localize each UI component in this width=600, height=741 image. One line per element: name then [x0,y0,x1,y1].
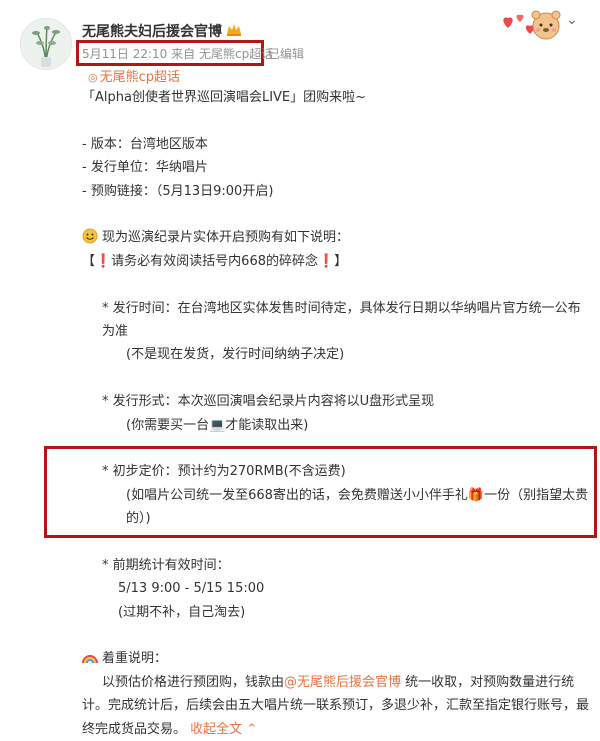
period-dates: 5/13 9:00 - 5/15 15:00 [118,581,265,597]
version-line: - 版本：台湾地区版本 [82,136,208,152]
post-meta: 5月11日 22:10 来自 无尾熊cp超话 [82,45,273,62]
period-note: (过期不补，自己淘去) [118,604,246,620]
source-prefix: 来自 [171,47,196,61]
notice-intro-text: 现为巡演纪录片实体开启预购有如下说明： [102,230,350,246]
topic-eye-icon: ◎ [88,71,98,84]
edited-label: 已编辑 [268,47,305,61]
avatar-plant-image [21,19,71,69]
chevron-down-icon[interactable]: ⌄ [566,12,578,28]
notice-intro-line: 现为巡演纪录片实体开启预购有如下说明： [82,226,592,249]
focus-body-before: 以预估价格进行预团购，钱款由 [102,674,285,690]
preorder-line: - 预购链接：（5月13日9:00开启) [82,183,274,199]
focus-title-line: 着重说明： [82,647,592,670]
post-title-line: 「Alpha创使者世界巡回演唱会LIVE」团购来啦~ [82,90,367,105]
focus-title-text: 着重说明： [102,651,168,667]
username[interactable]: 无尾熊夫妇后援会官博 [82,21,222,41]
period-line: * 前期统计有效时间： [102,557,230,573]
smile-emoji-icon [82,228,98,244]
vip-crown-icon[interactable] [226,22,242,37]
release-time-line: * 发行时间：在台湾地区实体发售时间待定，具体发行日期以华纳唱片官方统一公布为准 [102,300,581,339]
publisher-line: - 发行单位：华纳唱片 [82,160,208,176]
collapse-button[interactable]: 收起全文 ⌃ [190,722,257,737]
topic-link[interactable]: ◎ 无尾熊cp超话 [88,66,180,85]
post-timestamp[interactable]: 5月11日 22:10 [82,47,167,61]
format-line: * 发行形式：本次巡回演唱会纪录片内容将以U盘形式呈现 [102,394,435,410]
price-highlight-box [44,446,597,538]
release-time-note: (不是现在发货，发行时间纳纳子决定) [126,347,345,363]
post-content: 「Alpha创使者世界巡回演唱会LIVE」团购来啦~ - 版本：台湾地区版本 -… [82,86,592,741]
source-link[interactable]: 无尾熊cp超话 [199,47,273,61]
bear-hearts-sticker-icon [503,10,561,40]
must-read-line: 【❗请务必有效阅读括号内668的碎碎念❗】 [82,253,348,269]
format-note: (你需要买一台💻才能读取出来) [126,417,309,433]
avatar[interactable] [20,18,72,70]
chevron-up-icon: ⌃ [246,721,258,737]
rainbow-emoji-icon [82,655,98,664]
collapse-label: 收起全文 [190,721,243,737]
focus-body: 以预估价格进行预团购，钱款由@无尾熊后援会官博 统一收取，对预购数量进行统计。完… [82,671,592,741]
mention-link[interactable]: @无尾熊后援会官博 [284,675,401,690]
topic-label: 无尾熊cp超话 [99,70,181,85]
